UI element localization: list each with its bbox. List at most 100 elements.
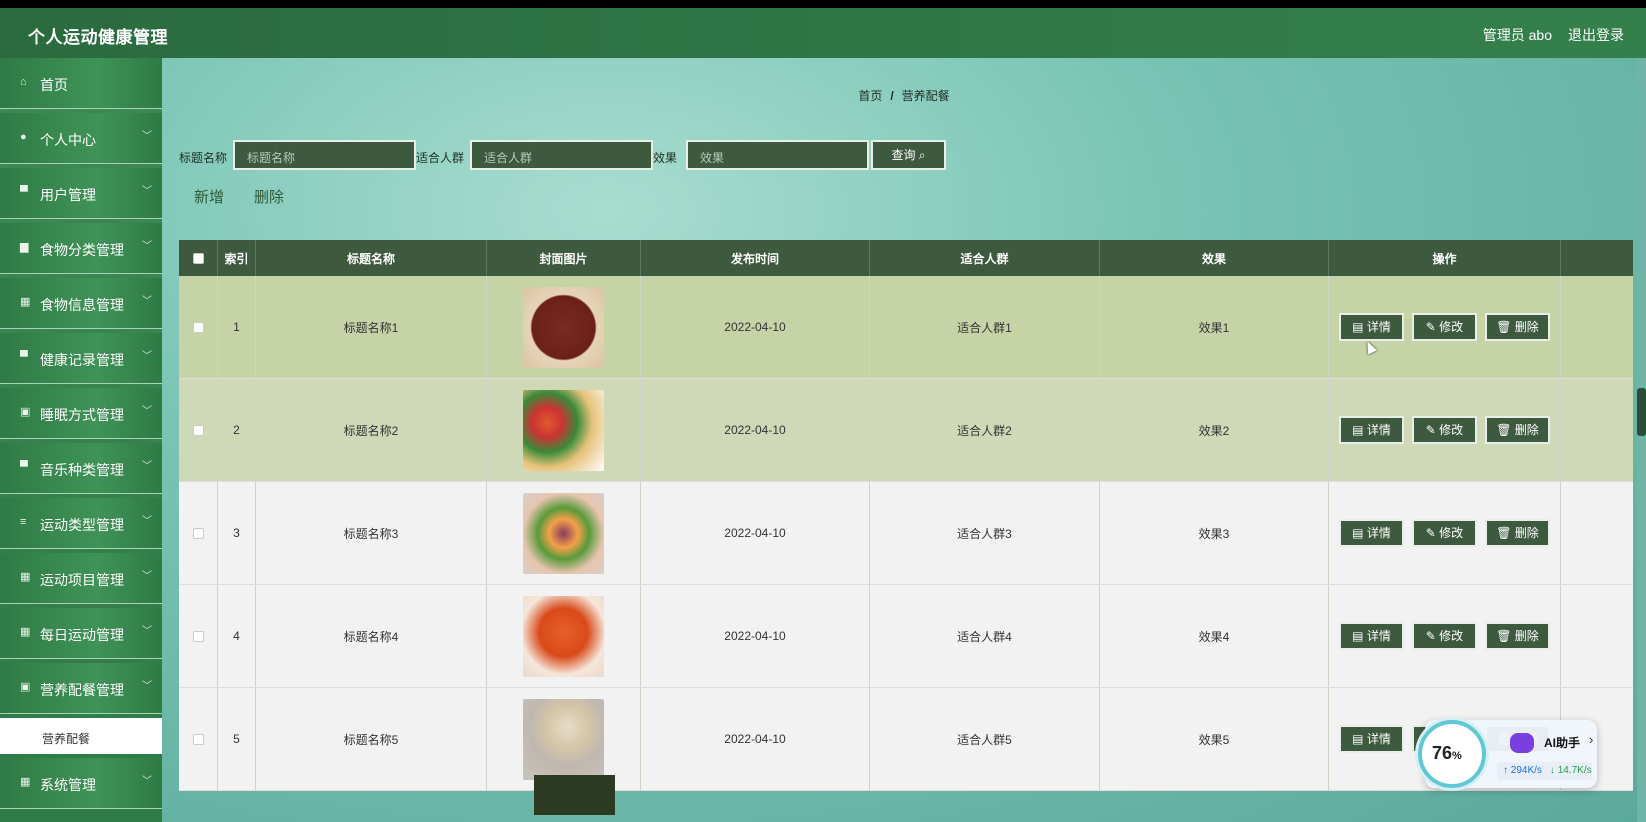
title-cell: 标题名称2 bbox=[256, 379, 487, 481]
row-checkbox[interactable] bbox=[192, 630, 204, 642]
effect-search-input[interactable]: 效果 bbox=[686, 140, 869, 170]
sidebar-item[interactable]: ⌂ 首页 bbox=[0, 58, 162, 109]
date-cell: 2022-04-10 bbox=[641, 482, 870, 584]
add-button[interactable]: 新增 bbox=[194, 189, 224, 206]
bag-icon: ▆ bbox=[20, 241, 29, 253]
sidebar-subitem-label: 营养配餐 bbox=[42, 732, 91, 746]
operations-cell: ▤ 详情 ✎ 修改 🗑 删除 bbox=[1329, 379, 1561, 481]
grid-icon: ▦ bbox=[20, 296, 31, 308]
row-checkbox[interactable] bbox=[192, 527, 204, 539]
edit-button[interactable]: ✎ 修改 bbox=[1412, 313, 1477, 341]
sidebar-item-label: 系统管理 bbox=[40, 777, 96, 793]
table-body: 1 标题名称1 2022-04-10 适合人群1 效果1 ▤ 详情 ✎ 修改 🗑 删除 2 标题名… bbox=[179, 276, 1633, 791]
cover-image bbox=[523, 286, 604, 368]
grid-icon: ▦ bbox=[20, 571, 31, 583]
select-all-checkbox[interactable] bbox=[192, 252, 204, 264]
edit-button[interactable]: ✎ 修改 bbox=[1412, 416, 1477, 444]
delete-button[interactable]: 🗑 删除 bbox=[1485, 622, 1550, 650]
app-title: 个人运动健康管理 bbox=[28, 28, 168, 47]
title-cell: 标题名称4 bbox=[256, 585, 487, 687]
detail-button[interactable]: ▤ 详情 bbox=[1339, 313, 1404, 341]
food-image-partial bbox=[534, 775, 615, 815]
main-content: 首页 / 营养配餐 标题名称 标题名称 适合人群 适合人群 效果 效果 查询 ⌕ 新… bbox=[162, 58, 1646, 822]
top-header: 个人运动健康管理 管理员 abo 退出登录 bbox=[0, 8, 1646, 58]
sidebar-item[interactable]: ▀ 健康记录管理 ﹀ bbox=[0, 333, 162, 384]
image-cell bbox=[487, 379, 641, 481]
row-checkbox[interactable] bbox=[192, 321, 204, 333]
title-search-input[interactable]: 标题名称 bbox=[233, 140, 416, 170]
current-user[interactable]: 管理员 abo bbox=[1483, 25, 1552, 45]
list-icon: ≡ bbox=[20, 516, 27, 528]
row-checkbox[interactable] bbox=[192, 424, 204, 436]
title-cell: 标题名称3 bbox=[256, 482, 487, 584]
date-cell: 2022-04-10 bbox=[641, 688, 870, 790]
data-table: 索引 标题名称 封面图片 发布时间 适合人群 效果 操作 1 标题名称1 2022-04-10 适… bbox=[179, 240, 1633, 815]
logout-link[interactable]: 退出登录 bbox=[1568, 25, 1624, 45]
scrollbar[interactable] bbox=[1637, 58, 1646, 822]
column-header: 索引 bbox=[218, 240, 256, 276]
chevron-down-icon: ﹀ bbox=[142, 516, 152, 527]
title-cell: 标题名称1 bbox=[256, 276, 487, 378]
chevron-down-icon: ﹀ bbox=[142, 681, 152, 692]
query-button[interactable]: 查询 ⌕ bbox=[871, 140, 946, 170]
crowd-cell: 适合人群2 bbox=[870, 379, 1100, 481]
image-cell bbox=[487, 482, 641, 584]
operations-cell: ▤ 详情 ✎ 修改 🗑 删除 bbox=[1329, 276, 1561, 378]
sidebar-item[interactable]: ▦ 运动项目管理 ﹀ bbox=[0, 553, 162, 604]
checkbox-cell bbox=[179, 379, 218, 481]
detail-button[interactable]: ▤ 详情 bbox=[1339, 416, 1404, 444]
select-all-cell[interactable] bbox=[179, 240, 218, 276]
scroll-thumb[interactable] bbox=[1637, 388, 1646, 436]
crowd-search-input[interactable]: 适合人群 bbox=[470, 140, 653, 170]
index-cell: 1 bbox=[218, 276, 256, 378]
effect-search-label: 效果 bbox=[653, 151, 678, 165]
sidebar-item[interactable]: ▣ 睡眠方式管理 ﹀ bbox=[0, 388, 162, 439]
effect-cell: 效果1 bbox=[1100, 276, 1329, 378]
sidebar-item[interactable]: ≡ 运动类型管理 ﹀ bbox=[0, 498, 162, 549]
sidebar-item-label: 每日运动管理 bbox=[40, 627, 124, 643]
ai-bot-icon bbox=[1510, 733, 1534, 753]
edit-button[interactable]: ✎ 修改 bbox=[1412, 519, 1477, 547]
batch-delete-button[interactable]: 删除 bbox=[254, 189, 284, 206]
detail-button[interactable]: ▤ 详情 bbox=[1339, 519, 1404, 547]
effect-cell: 效果3 bbox=[1100, 482, 1329, 584]
table-row: 3 标题名称3 2022-04-10 适合人群3 效果3 ▤ 详情 ✎ 修改 🗑 删除 bbox=[179, 482, 1633, 585]
chevron-right-icon[interactable]: › bbox=[1589, 732, 1593, 747]
row-checkbox[interactable] bbox=[192, 733, 204, 745]
delete-button[interactable]: 🗑 删除 bbox=[1485, 313, 1550, 341]
effect-cell: 效果4 bbox=[1100, 585, 1329, 687]
sidebar-item-label: 食物信息管理 bbox=[40, 297, 124, 313]
sidebar-item-label: 首页 bbox=[40, 77, 68, 93]
sidebar-item[interactable]: ▦ 食物信息管理 ﹀ bbox=[0, 278, 162, 329]
grid-icon: ▦ bbox=[20, 776, 31, 788]
effect-cell: 效果5 bbox=[1100, 688, 1329, 790]
column-header: 效果 bbox=[1100, 240, 1329, 276]
sidebar-item[interactable]: ● 个人中心 ﹀ bbox=[0, 113, 162, 164]
breadcrumb-current: 营养配餐 bbox=[901, 89, 950, 103]
detail-button[interactable]: ▤ 详情 bbox=[1339, 622, 1404, 650]
chevron-down-icon: ﹀ bbox=[142, 776, 152, 787]
breadcrumb-home[interactable]: 首页 bbox=[858, 89, 882, 103]
column-header: 适合人群 bbox=[870, 240, 1100, 276]
action-bar: 新增 删除 bbox=[194, 186, 314, 207]
sidebar-item-label: 营养配餐管理 bbox=[40, 682, 124, 698]
index-cell: 2 bbox=[218, 379, 256, 481]
sidebar-item[interactable]: ▆ 食物分类管理 ﹀ bbox=[0, 223, 162, 274]
sidebar-subitem-active[interactable]: 营养配餐 bbox=[0, 718, 162, 754]
sidebar-item[interactable]: ▦ 每日运动管理 ﹀ bbox=[0, 608, 162, 659]
delete-button[interactable]: 🗑 删除 bbox=[1485, 519, 1550, 547]
edit-button[interactable]: ✎ 修改 bbox=[1412, 622, 1477, 650]
detail-button[interactable]: ▤ 详情 bbox=[1339, 725, 1404, 753]
delete-button[interactable]: 🗑 删除 bbox=[1485, 416, 1550, 444]
checkbox-cell bbox=[179, 482, 218, 584]
ai-assistant-label[interactable]: AI助手 bbox=[1544, 734, 1580, 751]
breadcrumb: 首页 / 营养配餐 bbox=[162, 87, 1646, 104]
crowd-cell: 适合人群5 bbox=[870, 688, 1100, 790]
date-cell: 2022-04-10 bbox=[641, 379, 870, 481]
sidebar-item[interactable]: ▦ 系统管理 ﹀ bbox=[0, 758, 162, 809]
clipboard-icon: ▣ bbox=[20, 406, 31, 418]
sidebar-item[interactable]: ▣ 营养配餐管理 ﹀ bbox=[0, 663, 162, 714]
sidebar-item[interactable]: ▀ 音乐种类管理 ﹀ bbox=[0, 443, 162, 494]
sidebar-item[interactable]: ▀ 用户管理 ﹀ bbox=[0, 168, 162, 219]
operations-cell: ▤ 详情 ✎ 修改 🗑 删除 bbox=[1329, 482, 1561, 584]
